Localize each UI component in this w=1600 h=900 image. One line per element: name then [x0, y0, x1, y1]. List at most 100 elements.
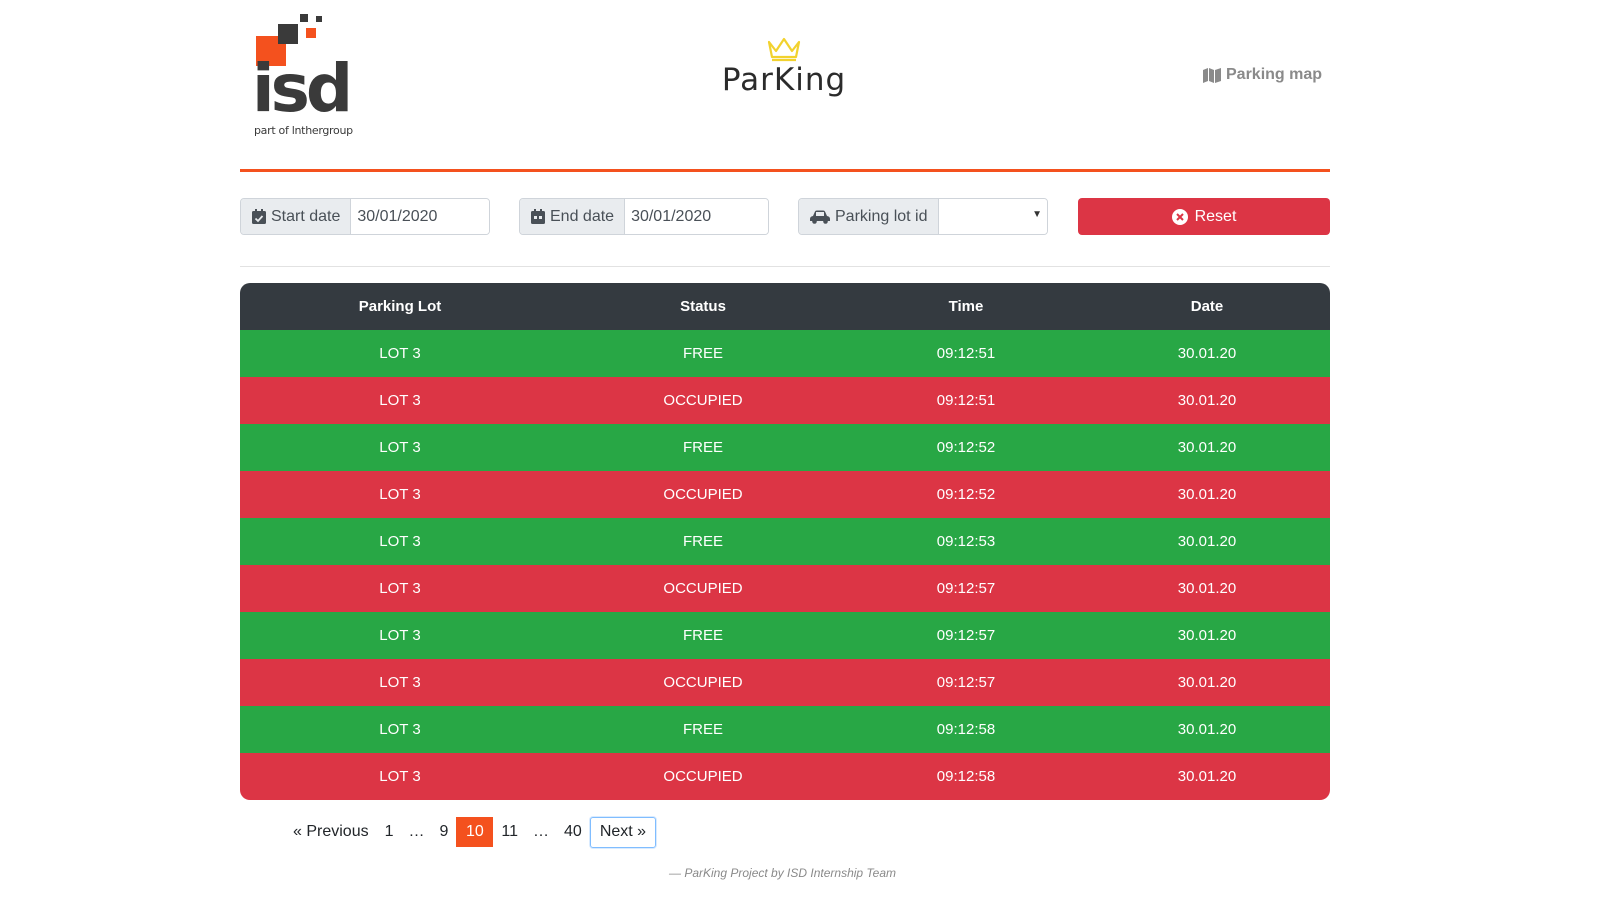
- logo-subtitle: part of lnthergroup: [254, 124, 353, 137]
- cell-date: 30.01.20: [1177, 345, 1237, 362]
- cell-time: 09:12:51: [936, 392, 996, 409]
- parking-map-link[interactable]: Parking map: [1203, 66, 1322, 84]
- cell-time: 09:12:57: [936, 627, 996, 644]
- logo-square-dark: [278, 24, 298, 44]
- cell-status: OCCUPIED: [663, 486, 743, 503]
- header-time[interactable]: Time: [846, 298, 1086, 315]
- cell-status: FREE: [682, 439, 723, 456]
- cell-time: 09:12:57: [936, 580, 996, 597]
- start-date-filter: Start date 30/01/2020: [240, 198, 490, 235]
- cell-date: 30.01.20: [1177, 439, 1237, 456]
- start-date-value: 30/01/2020: [357, 207, 438, 225]
- start-date-input[interactable]: 30/01/2020: [351, 199, 489, 234]
- cell-status: OCCUPIED: [663, 768, 743, 785]
- next-page-button[interactable]: Next »: [589, 816, 657, 848]
- cell-status: FREE: [682, 627, 723, 644]
- crown-icon: [767, 37, 801, 62]
- table-row: LOT 3 FREE 09:12:57 30.01.20: [240, 612, 1330, 659]
- logo-square-tiny: [300, 14, 308, 22]
- header-date[interactable]: Date: [1086, 298, 1328, 315]
- cell-date: 30.01.20: [1177, 392, 1237, 409]
- cell-lot: LOT 3: [379, 392, 421, 409]
- logo-square-small-orange: [306, 28, 316, 38]
- cell-date: 30.01.20: [1177, 674, 1237, 691]
- page-ellipsis: …: [408, 823, 425, 840]
- end-date-addon: End date: [520, 199, 626, 234]
- cell-time: 09:12:51: [936, 345, 996, 362]
- cell-time: 09:12:58: [936, 768, 996, 785]
- cell-time: 09:12:58: [936, 721, 996, 738]
- page-link[interactable]: 9: [432, 817, 457, 847]
- parking-lot-addon: Parking lot id: [799, 199, 939, 234]
- parking-map-label: Parking map: [1226, 66, 1323, 83]
- cell-date: 30.01.20: [1177, 533, 1237, 550]
- cell-status: OCCUPIED: [663, 674, 743, 691]
- cell-date: 30.01.20: [1177, 768, 1237, 785]
- table-row: LOT 3 FREE 09:12:52 30.01.20: [240, 424, 1330, 471]
- table-row: LOT 3 FREE 09:12:51 30.01.20: [240, 330, 1330, 377]
- parking-events-table: Parking Lot Status Time Date LOT 3 FREE …: [240, 283, 1330, 800]
- cell-date: 30.01.20: [1177, 627, 1237, 644]
- cell-lot: LOT 3: [379, 533, 421, 550]
- cell-lot: LOT 3: [379, 580, 421, 597]
- cell-date: 30.01.20: [1177, 486, 1237, 503]
- table-row: LOT 3 OCCUPIED 09:12:52 30.01.20: [240, 471, 1330, 518]
- header-status[interactable]: Status: [560, 298, 846, 315]
- close-circle-icon: [1171, 208, 1188, 225]
- cell-time: 09:12:52: [936, 486, 996, 503]
- header-parking-lot[interactable]: Parking Lot: [240, 298, 560, 315]
- logo-square-dot: [316, 16, 322, 22]
- cell-status: OCCUPIED: [663, 392, 743, 409]
- cell-lot: LOT 3: [379, 721, 421, 738]
- parking-lot-select[interactable]: ▼: [938, 199, 1047, 234]
- isd-logo: isd part of lnthergroup: [252, 14, 362, 140]
- logo-text: isd: [252, 50, 353, 127]
- table-row: LOT 3 OCCUPIED 09:12:58 30.01.20: [240, 753, 1330, 800]
- previous-page-button[interactable]: « Previous: [285, 817, 377, 847]
- table-row: LOT 3 OCCUPIED 09:12:57 30.01.20: [240, 565, 1330, 612]
- page-ellipsis: …: [533, 823, 550, 840]
- start-date-addon: Start date: [241, 199, 352, 234]
- page-link[interactable]: 11: [493, 817, 526, 847]
- cell-lot: LOT 3: [379, 674, 421, 691]
- calendar-icon: [252, 209, 266, 224]
- map-icon: [1203, 67, 1221, 83]
- calendar-icon: [531, 209, 545, 224]
- cell-lot: LOT 3: [379, 486, 421, 503]
- brand-name: ParKing: [721, 62, 847, 98]
- footer-credit: — ParKing Project by ISD Internship Team: [669, 866, 896, 880]
- parking-lot-label: Parking lot id: [835, 207, 928, 225]
- cell-status: FREE: [682, 721, 723, 738]
- page-link[interactable]: 1: [377, 817, 402, 847]
- table-row: LOT 3 OCCUPIED 09:12:51 30.01.20: [240, 377, 1330, 424]
- table-row: LOT 3 OCCUPIED 09:12:57 30.01.20: [240, 659, 1330, 706]
- cell-status: OCCUPIED: [663, 580, 743, 597]
- header-divider: [240, 169, 1330, 172]
- cell-lot: LOT 3: [379, 768, 421, 785]
- reset-label: Reset: [1194, 207, 1237, 225]
- cell-status: FREE: [682, 533, 723, 550]
- cell-lot: LOT 3: [379, 345, 421, 362]
- table-row: LOT 3 FREE 09:12:53 30.01.20: [240, 518, 1330, 565]
- cell-status: FREE: [682, 345, 723, 362]
- page-link[interactable]: 40: [556, 817, 590, 847]
- cell-time: 09:12:52: [936, 439, 996, 456]
- cell-lot: LOT 3: [379, 439, 421, 456]
- table-row: LOT 3 FREE 09:12:58 30.01.20: [240, 706, 1330, 753]
- table-header: Parking Lot Status Time Date: [240, 283, 1330, 330]
- filters-divider: [240, 266, 1330, 267]
- brand: ParKing: [714, 36, 854, 98]
- cell-time: 09:12:53: [936, 533, 996, 550]
- car-icon: [810, 210, 830, 224]
- start-date-label: Start date: [271, 207, 341, 225]
- cell-date: 30.01.20: [1177, 580, 1237, 597]
- parking-lot-filter: Parking lot id ▼: [798, 198, 1048, 235]
- reset-button[interactable]: Reset: [1078, 198, 1330, 235]
- pagination: « Previous 1 … 9 10 11 … 40 Next »: [285, 816, 657, 848]
- end-date-input[interactable]: 30/01/2020: [625, 199, 768, 234]
- cell-lot: LOT 3: [379, 627, 421, 644]
- cell-date: 30.01.20: [1177, 721, 1237, 738]
- page-link-current[interactable]: 10: [456, 817, 494, 847]
- end-date-filter: End date 30/01/2020: [519, 198, 769, 235]
- end-date-label: End date: [550, 207, 615, 225]
